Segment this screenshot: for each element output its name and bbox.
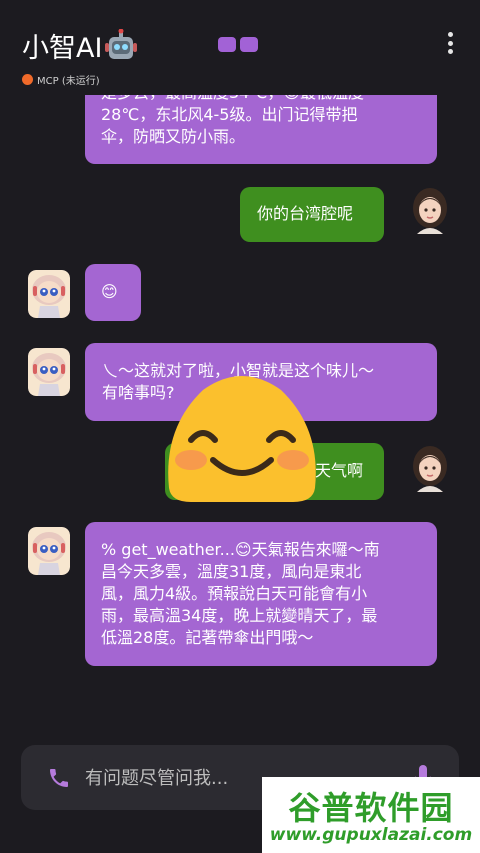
bot-avatar bbox=[28, 527, 70, 575]
bot-message: 😊 bbox=[85, 264, 141, 321]
status-text: MCP (未运行) bbox=[37, 76, 100, 87]
more-vert-icon[interactable] bbox=[442, 30, 458, 56]
phone-call-icon[interactable] bbox=[47, 766, 71, 790]
user-avatar-icon bbox=[413, 446, 447, 492]
bot-avatar-icon bbox=[28, 527, 70, 575]
watermark-url: www.gupuxlazai.com bbox=[269, 825, 473, 845]
smiling-face-icon bbox=[168, 376, 316, 502]
bot-avatar-icon bbox=[28, 348, 70, 396]
bot-message-text: % get_weather...😊天氣報告來囉～南 昌今天多雲，溫度31度，風向… bbox=[101, 540, 380, 647]
user-message-text: 天气啊 bbox=[315, 461, 364, 480]
watermark: 谷普软件园 www.gupuxlazai.com bbox=[262, 777, 480, 853]
bot-message-text: 😊 bbox=[101, 282, 118, 301]
robot-face-icon bbox=[105, 28, 138, 59]
app-header: 小智AI MCP (未运行) bbox=[0, 0, 480, 95]
mcp-status: MCP (未运行) bbox=[22, 72, 100, 87]
user-message: 你的台湾腔呢 bbox=[240, 187, 384, 242]
user-avatar bbox=[409, 444, 451, 492]
user-avatar bbox=[409, 186, 451, 234]
user-avatar-icon bbox=[413, 188, 447, 234]
bot-avatar bbox=[28, 270, 70, 318]
app-title: 小智AI bbox=[22, 33, 103, 64]
bot-avatar bbox=[28, 348, 70, 396]
mode-toggle-icon[interactable] bbox=[218, 37, 258, 52]
bot-message: % get_weather...😊天氣報告來囉～南 昌今天多雲，溫度31度，風向… bbox=[85, 522, 437, 666]
bot-avatar-icon bbox=[28, 270, 70, 318]
status-dot-icon bbox=[22, 74, 33, 85]
user-message-text: 你的台湾腔呢 bbox=[257, 204, 354, 223]
watermark-title: 谷普软件园 bbox=[288, 789, 454, 827]
title-row: 小智AI bbox=[22, 26, 138, 65]
